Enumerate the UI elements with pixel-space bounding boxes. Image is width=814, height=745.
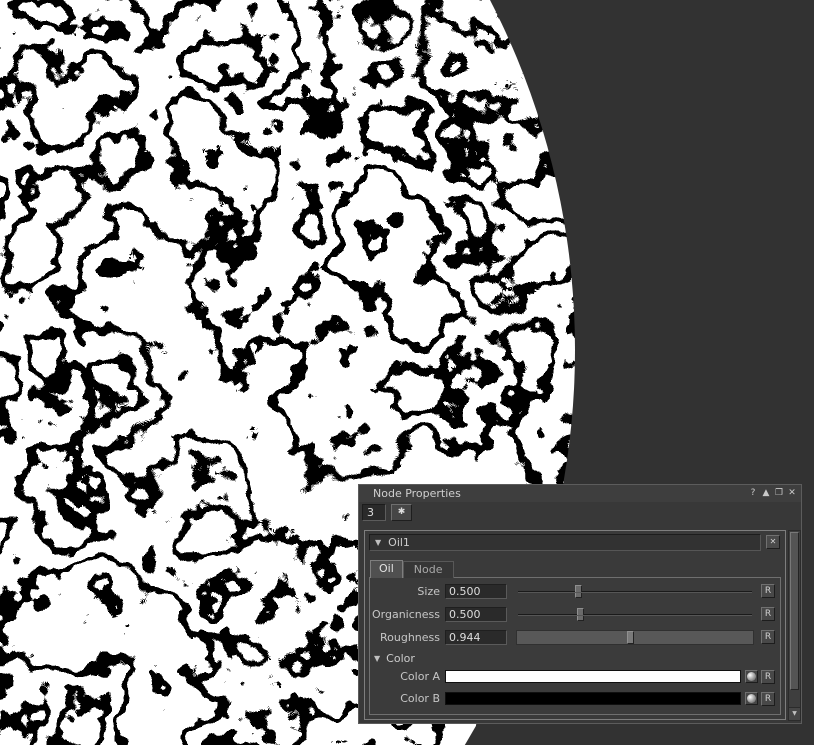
node-properties-panel: Node Properties ? ▲ ❐ ✕ ✱ ▼ Oil1 ✕ Oil N… <box>358 484 802 724</box>
color-a-picker-button[interactable] <box>745 670 758 683</box>
close-panel-icon[interactable]: ✕ <box>786 488 798 499</box>
size-slider-handle[interactable] <box>575 585 582 598</box>
color-b-label: Color B <box>370 690 440 707</box>
color-row-a: Color A R <box>370 668 780 686</box>
param-row-size: Size R <box>370 582 780 602</box>
oil-tab-content: Size R Organicness R Roughness <box>369 577 781 715</box>
organicness-slider[interactable] <box>516 607 754 622</box>
size-input[interactable] <box>445 584 507 599</box>
scrollbar-thumb[interactable] <box>790 532 799 690</box>
collapse-node-icon[interactable]: ▼ <box>375 538 381 547</box>
scrollbar-down-arrow[interactable]: ▼ <box>789 707 800 720</box>
panel-titlebar: Node Properties ? ▲ ❐ ✕ <box>359 485 801 502</box>
close-node-button[interactable]: ✕ <box>766 535 780 549</box>
roughness-label: Roughness <box>370 628 440 647</box>
node-header-bar[interactable]: ▼ Oil1 <box>369 534 761 551</box>
tab-oil[interactable]: Oil <box>370 560 403 578</box>
color-row-b: Color B R <box>370 690 780 708</box>
help-icon[interactable]: ? <box>747 488 759 499</box>
node-tabs: Oil Node <box>370 560 454 578</box>
color-b-picker-button[interactable] <box>745 692 758 705</box>
organicness-slider-handle[interactable] <box>577 608 584 621</box>
collapse-color-icon[interactable]: ▼ <box>374 654 380 663</box>
color-wheel-icon <box>747 672 756 681</box>
tab-node[interactable]: Node <box>403 561 454 578</box>
color-section-title: Color <box>386 652 415 665</box>
size-revert-button[interactable]: R <box>761 584 775 598</box>
size-label: Size <box>370 582 440 601</box>
param-row-roughness: Roughness R <box>370 628 780 648</box>
size-slider[interactable] <box>516 584 754 599</box>
alert-icon[interactable]: ▲ <box>760 488 772 499</box>
color-a-revert-button[interactable]: R <box>761 670 775 684</box>
node-name-label: Oil1 <box>388 536 410 549</box>
panel-title: Node Properties <box>373 487 461 500</box>
roughness-revert-button[interactable]: R <box>761 630 775 644</box>
color-wheel-icon <box>747 694 756 703</box>
roughness-input[interactable] <box>445 630 507 645</box>
roughness-slider[interactable] <box>516 630 754 645</box>
roughness-slider-handle[interactable] <box>627 631 634 644</box>
pin-panels-button[interactable]: ✱ <box>391 504 412 521</box>
node-panel-frame: ▼ Oil1 ✕ Oil Node Size R Organicness <box>364 530 786 720</box>
color-a-label: Color A <box>370 668 440 685</box>
color-b-swatch[interactable] <box>445 692 741 705</box>
application-window: { "window": { "title": "Node Properties"… <box>0 0 814 745</box>
color-a-swatch[interactable] <box>445 670 741 683</box>
param-row-organicness: Organicness R <box>370 605 780 625</box>
float-window-icon[interactable]: ❐ <box>773 488 785 499</box>
organicness-revert-button[interactable]: R <box>761 607 775 621</box>
color-b-revert-button[interactable]: R <box>761 692 775 706</box>
panel-scrollbar[interactable]: ▼ <box>788 530 801 721</box>
organicness-label: Organicness <box>370 605 440 624</box>
max-panels-input[interactable] <box>362 504 386 521</box>
organicness-input[interactable] <box>445 607 507 622</box>
color-section-header[interactable]: ▼ Color <box>374 650 415 666</box>
